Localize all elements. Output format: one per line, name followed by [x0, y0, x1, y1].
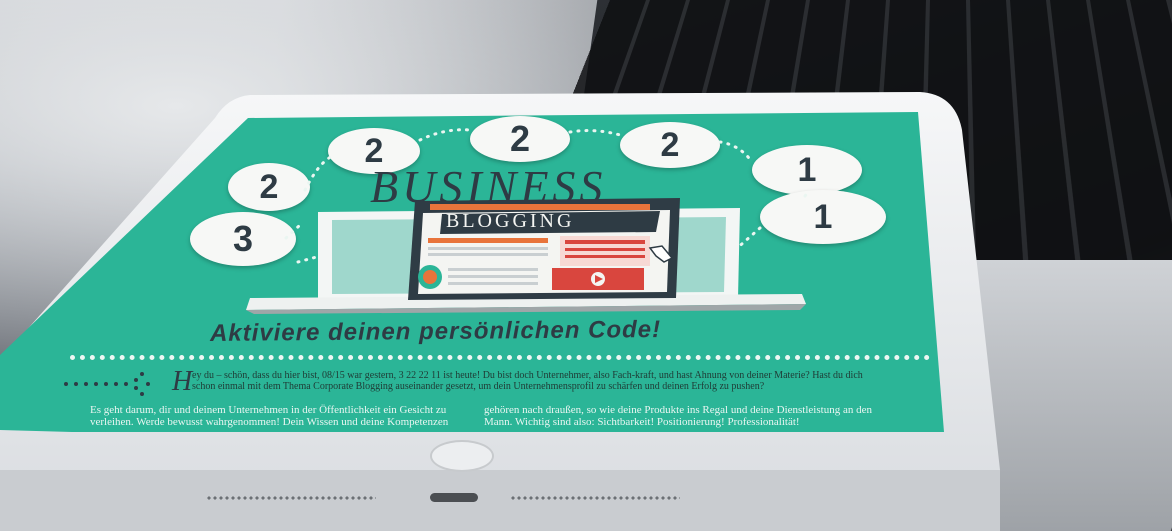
speaker-grille-left: [206, 495, 376, 501]
drop-cap: H: [172, 366, 193, 397]
lightning-port: [430, 493, 478, 502]
speaker-grille-right: [510, 495, 680, 501]
home-button: [430, 440, 494, 472]
intro-paragraph: ey du – schön, dass du hier bist, 08/15 …: [192, 370, 863, 392]
body-column-2: gehören nach draußen, so wie deine Produ…: [484, 404, 872, 428]
body-column-1: Es geht darum, dir und deinem Unternehme…: [90, 404, 449, 428]
photo-scene: 2 2 2 2 1 1 3 BUSINESS BLOGGING Aktivier…: [0, 0, 1172, 531]
arrow-icon: [64, 372, 150, 396]
